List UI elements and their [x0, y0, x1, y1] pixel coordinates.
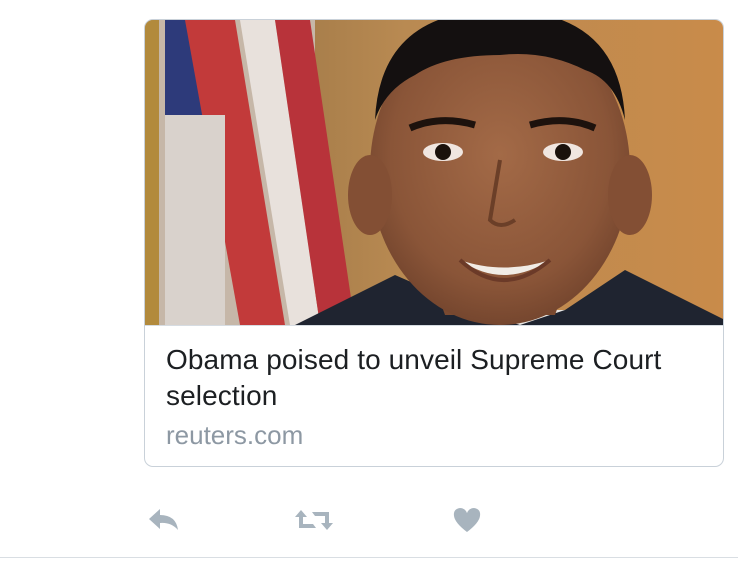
retweet-icon — [295, 510, 333, 530]
card-image[interactable] — [145, 20, 723, 325]
heart-icon — [453, 508, 481, 532]
retweet-button[interactable] — [294, 500, 334, 540]
reply-button[interactable] — [144, 500, 184, 540]
portrait-photo — [145, 20, 723, 325]
reply-icon — [149, 509, 178, 530]
tweet-actions — [144, 500, 544, 540]
card-headline[interactable]: Obama poised to unveil Supreme Court sel… — [166, 342, 705, 414]
card-text[interactable]: Obama poised to unveil Supreme Court sel… — [145, 325, 723, 466]
divider — [0, 557, 738, 558]
card-domain: reuters.com — [166, 420, 304, 450]
link-card[interactable]: Obama poised to unveil Supreme Court sel… — [144, 19, 724, 467]
like-button[interactable] — [447, 500, 487, 540]
